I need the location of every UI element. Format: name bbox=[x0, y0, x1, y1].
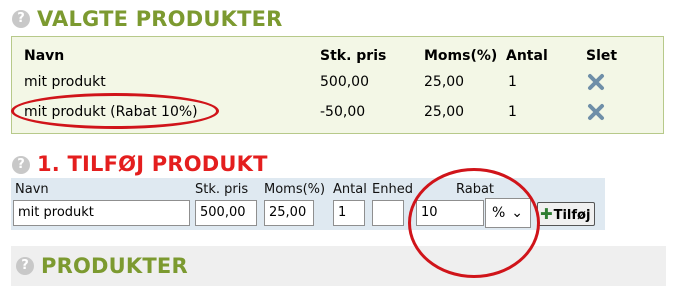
row-unit-price: -50,00 bbox=[320, 104, 366, 120]
discount-type-value: % bbox=[492, 205, 506, 221]
help-icon[interactable]: ? bbox=[12, 10, 30, 28]
column-header-qty: Antal bbox=[506, 48, 548, 64]
row-vat: 25,00 bbox=[424, 104, 465, 120]
unit-label: Enhed bbox=[372, 182, 413, 197]
unit-price-input[interactable]: 500,00 bbox=[195, 200, 257, 226]
name-input[interactable]: mit produkt bbox=[13, 200, 190, 226]
add-product-form: Navn Stk. pris Moms(%) Antal Enhed Rabat… bbox=[11, 178, 605, 230]
row-qty: 1 bbox=[508, 74, 517, 90]
row-qty: 1 bbox=[508, 104, 517, 120]
add-product-title: 1. TILFØJ PRODUKT bbox=[37, 152, 268, 176]
help-icon[interactable]: ? bbox=[16, 257, 34, 275]
delete-icon[interactable] bbox=[586, 102, 606, 122]
selected-products-title: VALGTE PRODUKTER bbox=[37, 7, 283, 31]
vat-input[interactable]: 25,00 bbox=[264, 200, 314, 226]
discount-type-select[interactable]: % ⌄ bbox=[485, 198, 531, 228]
delete-icon[interactable] bbox=[586, 72, 606, 92]
discount-input[interactable]: 10 bbox=[416, 200, 484, 226]
row-name: mit produkt bbox=[24, 74, 106, 90]
qty-input[interactable]: 1 bbox=[333, 200, 365, 226]
add-button-label: Tilføj bbox=[553, 208, 591, 223]
plus-icon: ✚ bbox=[540, 205, 553, 223]
vat-label: Moms(%) bbox=[264, 182, 326, 197]
row-name: mit produkt (Rabat 10%) bbox=[24, 104, 198, 120]
column-header-vat: Moms(%) bbox=[424, 48, 498, 64]
column-header-delete: Slet bbox=[586, 48, 618, 64]
qty-label: Antal bbox=[333, 182, 367, 197]
column-header-unit-price: Stk. pris bbox=[320, 48, 387, 64]
add-product-button[interactable]: ✚Tilføj bbox=[537, 202, 596, 226]
column-header-name: Navn bbox=[24, 48, 65, 64]
products-title: PRODUKTER bbox=[41, 254, 188, 278]
unit-price-label: Stk. pris bbox=[195, 182, 249, 197]
row-vat: 25,00 bbox=[424, 74, 465, 90]
discount-label: Rabat bbox=[456, 182, 495, 197]
unit-input[interactable] bbox=[372, 200, 404, 226]
name-label: Navn bbox=[15, 182, 49, 197]
help-icon[interactable]: ? bbox=[12, 156, 30, 174]
chevron-down-icon: ⌄ bbox=[511, 205, 523, 221]
row-unit-price: 500,00 bbox=[320, 74, 369, 90]
selected-products-panel: Navn Stk. pris Moms(%) Antal Slet mit pr… bbox=[11, 36, 664, 134]
